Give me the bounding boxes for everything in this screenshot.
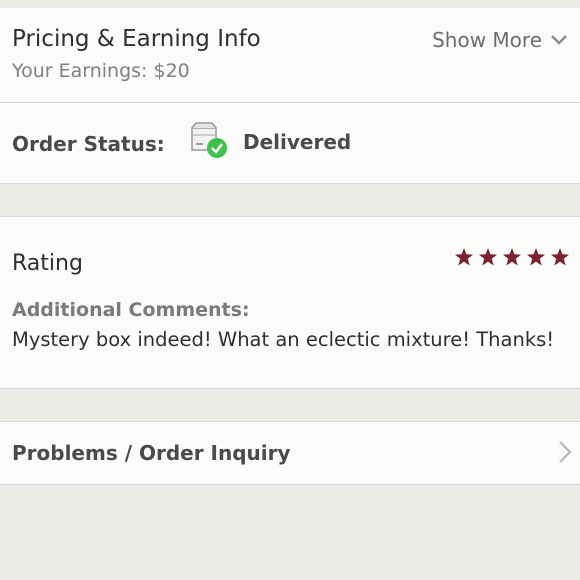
order-status-value: Delivered	[243, 130, 352, 154]
rating-section: Rating Additional Comments: Mystery box …	[0, 217, 580, 388]
delivered-box-icon	[191, 122, 227, 158]
order-status-section: Order Status: Delivered	[0, 103, 580, 183]
earnings-text: Your Earnings: $20	[12, 60, 190, 82]
star-icon	[503, 248, 521, 266]
chevron-right-icon	[559, 441, 572, 463]
divider	[0, 183, 580, 184]
additional-comments-text: Mystery box indeed! What an eclectic mix…	[12, 328, 555, 351]
divider	[0, 484, 580, 485]
divider	[0, 388, 580, 389]
order-inquiry-row[interactable]: Problems / Order Inquiry	[0, 422, 580, 484]
rating-stars	[454, 247, 570, 267]
star-icon	[551, 248, 569, 266]
pricing-title: Pricing & Earning Info	[12, 26, 261, 52]
chevron-down-icon	[551, 35, 567, 45]
star-icon	[527, 248, 545, 266]
star-icon	[479, 248, 497, 266]
star-icon	[455, 248, 473, 266]
order-status-label: Order Status:	[12, 132, 165, 156]
additional-comments-label: Additional Comments:	[12, 299, 250, 321]
show-more-button[interactable]: Show More	[432, 28, 568, 52]
order-inquiry-label: Problems / Order Inquiry	[12, 441, 291, 465]
pricing-section: Pricing & Earning Info Your Earnings: $2…	[0, 8, 580, 102]
show-more-label: Show More	[432, 28, 542, 52]
rating-label: Rating	[12, 251, 83, 276]
